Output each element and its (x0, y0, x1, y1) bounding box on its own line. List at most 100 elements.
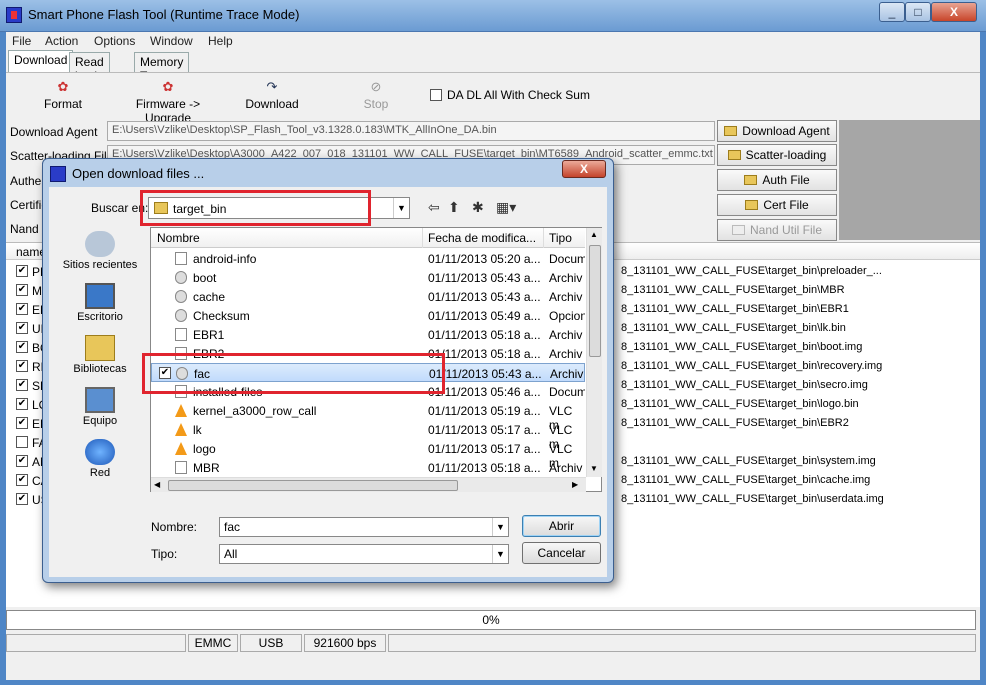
dialog-title: Open download files ... (72, 166, 205, 181)
list-item-checkbox[interactable]: ✔ (16, 474, 28, 486)
file-row[interactable]: lk 01/11/2013 05:17 a... VLC m (151, 420, 585, 451)
file-type: Archiv (550, 367, 584, 381)
open-button[interactable]: Abrir (522, 515, 601, 537)
checksum-checkbox[interactable] (430, 89, 442, 101)
menu-options[interactable]: Options (94, 34, 135, 48)
chevron-down-icon[interactable]: ▼ (393, 198, 409, 218)
file-row[interactable]: android-info 01/11/2013 05:20 a... Docum (151, 249, 585, 268)
place-network[interactable]: Red (53, 439, 147, 479)
file-date: 01/11/2013 05:19 a... (428, 404, 541, 418)
place-recent[interactable]: Sitios recientes (53, 231, 147, 271)
file-name: cache (193, 290, 226, 304)
file-type: Archiv (549, 271, 583, 285)
list-item-checkbox[interactable]: ✔ (16, 303, 28, 315)
scroll-down-icon[interactable]: ▼ (590, 464, 598, 473)
list-item-checkbox[interactable]: ✔ (16, 417, 28, 429)
file-name: Checksum (193, 309, 250, 323)
chevron-down-icon[interactable]: ▼ (492, 518, 508, 536)
place-computer[interactable]: Equipo (53, 387, 147, 427)
menu-action[interactable]: Action (45, 34, 78, 48)
list-item-path: 8_131101_WW_CALL_FUSE\target_bin\recover… (621, 360, 883, 372)
view-menu-icon[interactable]: ▦▾ (496, 199, 516, 216)
gear-file-icon (175, 309, 187, 322)
menu-file[interactable]: File (12, 34, 31, 48)
list-item-checkbox[interactable]: ✔ (16, 398, 28, 410)
column-name[interactable]: Nombre (157, 231, 200, 245)
stop-button[interactable]: ⊘ Stop (358, 79, 394, 111)
list-item-checkbox[interactable] (16, 436, 28, 448)
scatter-loading-button[interactable]: Scatter-loading (717, 144, 837, 166)
download-agent-button[interactable]: Download Agent (717, 120, 837, 142)
title-bar[interactable]: Smart Phone Flash Tool (Runtime Trace Mo… (0, 0, 986, 32)
file-type: Docum (549, 252, 585, 266)
file-row[interactable]: MBR 01/11/2013 05:18 a... Archiv (151, 458, 585, 477)
list-item-checkbox[interactable]: ✔ (16, 379, 28, 391)
firmware-upgrade-button[interactable]: ✿ Firmware -> Upgrade (113, 79, 223, 125)
list-item-path: 8_131101_WW_CALL_FUSE\target_bin\EBR1 (621, 303, 849, 315)
file-date: 01/11/2013 05:43 a... (428, 290, 541, 304)
download-button[interactable]: ↷ Download (244, 79, 300, 111)
format-button[interactable]: ✿ Format (38, 79, 88, 111)
recent-places-icon (85, 231, 115, 257)
highlight-box-fac (142, 353, 445, 394)
download-agent-path[interactable]: E:\Users\Vzlike\Desktop\SP_Flash_Tool_v3… (107, 121, 715, 141)
close-button[interactable]: X (931, 2, 977, 22)
gray-panel (839, 120, 980, 240)
scroll-left-icon[interactable]: ◀ (154, 480, 160, 489)
menu-help[interactable]: Help (208, 34, 233, 48)
tab-memory-test[interactable]: Memory Test (134, 52, 190, 83)
vertical-scrollbar[interactable]: ▲ ▼ (586, 228, 602, 477)
file-date: 01/11/2013 05:17 a... (428, 442, 541, 456)
new-folder-icon[interactable]: ✱ (472, 199, 484, 216)
dialog-app-icon (50, 166, 66, 182)
scroll-right-icon[interactable]: ▶ (572, 480, 578, 489)
list-item-checkbox[interactable]: ✔ (16, 341, 28, 353)
file-row[interactable]: EBR1 01/11/2013 05:18 a... Archiv (151, 325, 585, 344)
place-desktop-label: Escritorio (77, 311, 123, 323)
tab-read-back[interactable]: Read back (69, 52, 110, 83)
folder-icon (724, 126, 738, 136)
file-row[interactable]: Checksum 01/11/2013 05:49 a... Opcion (151, 306, 585, 325)
list-item-checkbox[interactable]: ✔ (16, 455, 28, 467)
file-row[interactable]: boot 01/11/2013 05:43 a... Archiv (151, 268, 585, 287)
filename-input[interactable]: fac ▼ (219, 517, 509, 537)
dialog-title-bar[interactable]: Open download files ... X (43, 159, 613, 187)
tab-download[interactable]: Download (8, 50, 74, 72)
back-arrow-icon[interactable]: ⇦ (428, 199, 440, 216)
list-item-checkbox[interactable]: ✔ (16, 493, 28, 505)
place-libraries[interactable]: Bibliotecas (53, 335, 147, 375)
file-name: MBR (193, 461, 220, 475)
menu-window[interactable]: Window (150, 34, 193, 48)
file-row[interactable]: kernel_a3000_row_call 01/11/2013 05:19 a.… (151, 401, 585, 432)
list-item-path: 8_131101_WW_CALL_FUSE\target_bin\boot.im… (621, 341, 863, 353)
list-item-checkbox[interactable]: ✔ (16, 284, 28, 296)
up-folder-icon[interactable]: ⬆ (448, 199, 460, 216)
place-desktop[interactable]: Escritorio (53, 283, 147, 323)
download-agent-label: Download Agent (10, 125, 98, 139)
nand-util-file-button[interactable]: Nand Util File (717, 219, 837, 241)
column-date[interactable]: Fecha de modifica... (428, 231, 536, 245)
scroll-up-icon[interactable]: ▲ (590, 230, 598, 239)
status-storage: EMMC (188, 634, 238, 652)
minimize-button[interactable]: _ (879, 2, 905, 22)
filename-label: Nombre: (151, 520, 198, 534)
list-item-checkbox[interactable]: ✔ (16, 360, 28, 372)
vertical-scroll-thumb[interactable] (589, 245, 601, 357)
toolbar: ✿ Format ✿ Firmware -> Upgrade ↷ Downloa… (6, 72, 980, 125)
maximize-button[interactable]: □ (905, 2, 931, 22)
file-row[interactable]: cache 01/11/2013 05:43 a... Archiv (151, 287, 585, 306)
chevron-down-icon[interactable]: ▼ (492, 545, 508, 563)
dialog-close-button[interactable]: X (562, 160, 606, 178)
horizontal-scrollbar[interactable]: ◀ ▶ (151, 477, 586, 492)
column-type[interactable]: Tipo (549, 231, 572, 245)
list-item-checkbox[interactable]: ✔ (16, 265, 28, 277)
places-bar: Sitios recientes Escritorio Bibliotecas … (53, 227, 147, 517)
horizontal-scroll-thumb[interactable] (168, 480, 458, 491)
cancel-button[interactable]: Cancelar (522, 542, 601, 564)
auth-file-button[interactable]: Auth File (717, 169, 837, 191)
filetype-select[interactable]: All ▼ (219, 544, 509, 564)
list-item-checkbox[interactable]: ✔ (16, 322, 28, 334)
file-row[interactable]: logo 01/11/2013 05:17 a... VLC m (151, 439, 585, 470)
file-name: lk (193, 423, 202, 437)
cert-file-button[interactable]: Cert File (717, 194, 837, 216)
